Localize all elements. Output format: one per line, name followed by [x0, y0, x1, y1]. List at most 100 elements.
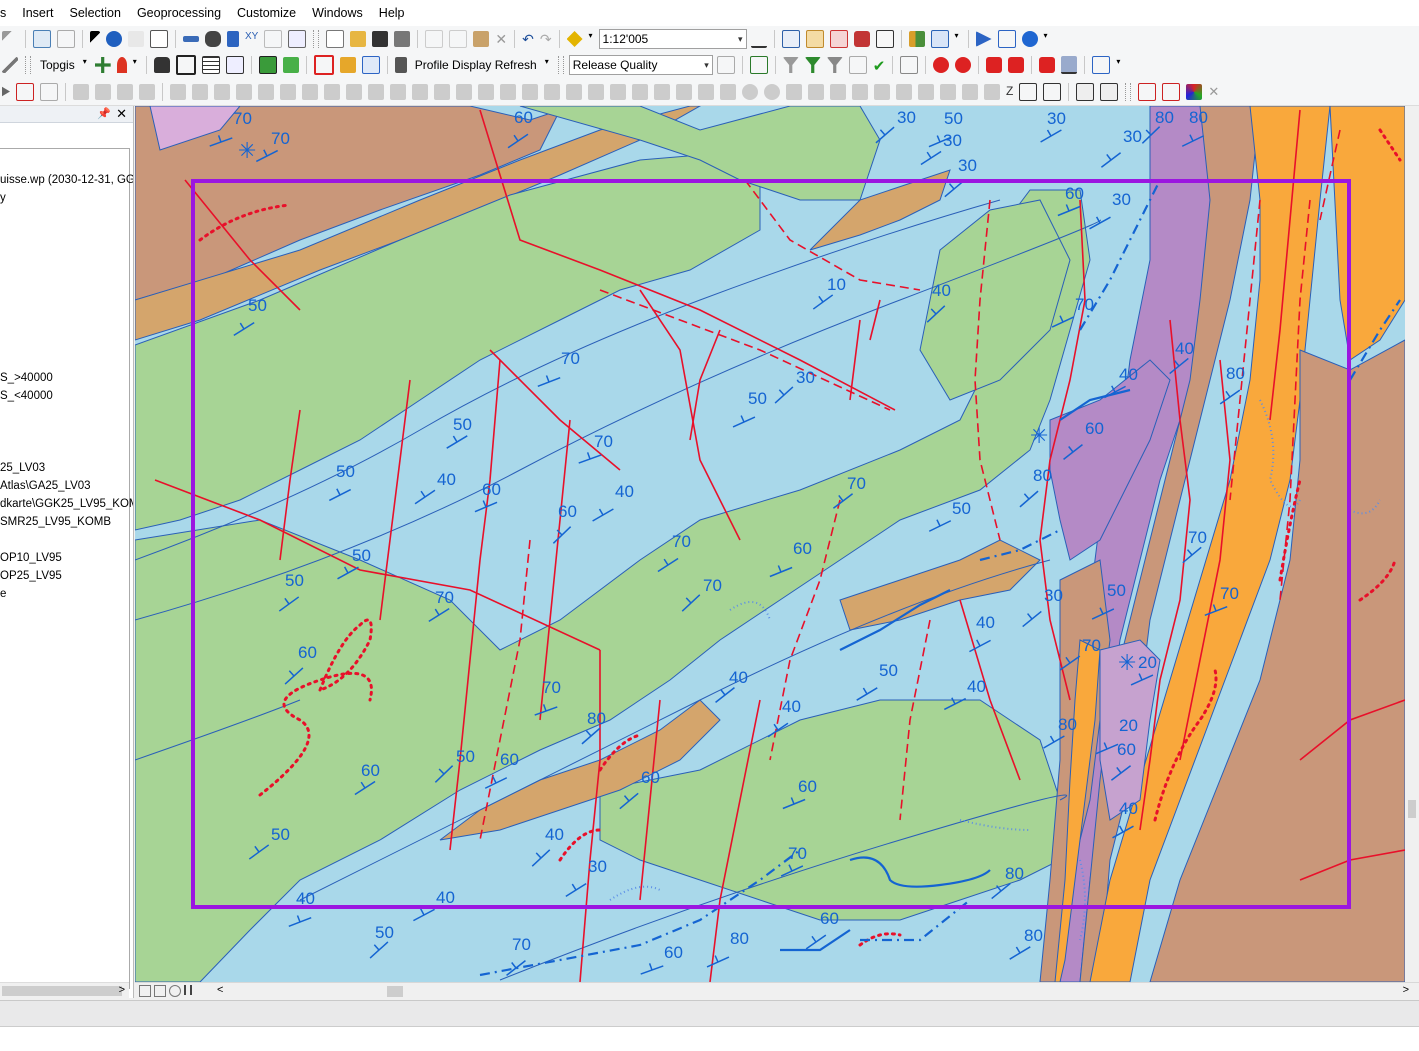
toc-horizontal-scrollbar[interactable]: > [0, 982, 129, 998]
toc-layer-item[interactable]: S_>40000 [0, 371, 53, 385]
map-horizontal-scrollbar[interactable]: < > [135, 982, 1419, 999]
triangle-right-icon[interactable] [2, 86, 10, 97]
pencil-icon[interactable] [2, 57, 18, 73]
paste-icon[interactable] [473, 31, 490, 47]
bezier-icon[interactable] [874, 83, 890, 100]
fillet-icon[interactable] [346, 83, 362, 100]
toc-layer-item[interactable]: 25_LV03 [0, 461, 45, 475]
menu-item-windows[interactable]: Windows [304, 0, 371, 26]
editor-icon[interactable] [750, 30, 767, 48]
chevron-down-icon[interactable]: ▾ [83, 57, 89, 73]
buffer-icon[interactable] [258, 83, 274, 100]
redo-icon[interactable]: ↷ [540, 31, 552, 47]
z-icon[interactable]: Z [1006, 84, 1013, 100]
midpoint-icon[interactable] [896, 83, 912, 100]
pushpin-icon[interactable] [116, 57, 127, 73]
checkmark-icon[interactable]: ✔ [873, 57, 886, 75]
attributes-icon[interactable] [1076, 82, 1095, 101]
menu-item-help[interactable]: Help [371, 0, 413, 26]
edit-vertex-icon[interactable] [73, 83, 89, 100]
toc-layer-item[interactable]: uisse.wp (2030-12-31, GG [0, 173, 133, 187]
html-popup-icon[interactable] [150, 30, 168, 48]
reshape-icon[interactable] [95, 83, 111, 100]
intersection-icon[interactable] [962, 83, 978, 100]
trim-icon[interactable] [324, 83, 340, 100]
toc-layer-item[interactable]: y [0, 191, 6, 205]
copy-parallel-icon[interactable] [522, 83, 538, 100]
chevron-down-icon[interactable]: ▾ [1116, 57, 1122, 73]
menu-item-s[interactable]: s [0, 0, 14, 26]
menu-item-selection[interactable]: Selection [62, 0, 129, 26]
remove-icon[interactable] [986, 57, 1003, 73]
validate-icon[interactable] [339, 57, 356, 73]
ellipse-icon[interactable] [764, 83, 780, 100]
chevron-down-icon[interactable]: ▾ [589, 31, 595, 47]
cut-polygon-icon[interactable] [117, 83, 133, 100]
toc-layer-item[interactable]: OP25_LV95 [0, 569, 62, 583]
clip-icon[interactable] [236, 83, 252, 100]
create-viewer-icon[interactable] [288, 30, 307, 48]
arctoolbox-icon[interactable] [853, 31, 870, 47]
topgis-menu[interactable]: Topgis [36, 58, 79, 72]
toc-layer-item[interactable]: Atlas\GA25_LV03 [0, 479, 91, 493]
search-window-icon[interactable] [829, 30, 848, 48]
attribute-table-icon[interactable] [930, 30, 949, 48]
filter-icon[interactable] [782, 57, 799, 73]
toolbar-grip[interactable] [25, 56, 31, 74]
chevron-right-icon[interactable]: > [119, 984, 125, 996]
refresh-icon[interactable] [169, 985, 181, 997]
sketch-icon[interactable] [1061, 56, 1078, 74]
snapping-icon[interactable] [94, 57, 111, 73]
lock-icon[interactable] [900, 56, 919, 74]
arrow-right-icon[interactable] [2, 31, 18, 47]
zoom-box-icon[interactable] [175, 55, 196, 75]
move-icon[interactable] [478, 83, 494, 100]
new-document-icon[interactable] [326, 30, 345, 48]
model-builder-icon[interactable] [908, 31, 925, 47]
map-scale-combo[interactable]: 1:12'005 ▾ [598, 29, 747, 49]
chevron-down-icon[interactable]: ▾ [545, 57, 551, 73]
chevron-down-icon[interactable]: ▾ [1044, 31, 1050, 47]
merge-icon[interactable] [192, 83, 208, 100]
freehand-icon[interactable] [808, 83, 824, 100]
union-icon[interactable] [214, 83, 230, 100]
filter-clear-icon[interactable] [826, 57, 843, 73]
edit-polygon-icon[interactable] [258, 56, 277, 74]
report-icon[interactable] [1092, 56, 1111, 74]
globe-icon[interactable] [1021, 31, 1038, 47]
clear-icon[interactable] [40, 82, 58, 101]
approve-icon[interactable] [848, 56, 867, 74]
checklist-icon[interactable] [749, 56, 768, 74]
fill-polygon-icon[interactable] [282, 57, 299, 73]
toolbar-grip[interactable] [557, 56, 564, 74]
network-icon[interactable] [997, 30, 1016, 48]
quality-tool-icon[interactable] [716, 56, 735, 74]
measure-icon[interactable] [183, 36, 199, 42]
erase-red-icon[interactable] [955, 57, 972, 73]
undo-icon[interactable]: ↶ [522, 31, 534, 47]
remove-layer-icon[interactable] [1008, 57, 1025, 73]
menu-item-customize[interactable]: Customize [229, 0, 304, 26]
z-box-icon[interactable] [1019, 82, 1038, 101]
toolbar-grip[interactable] [1125, 82, 1132, 101]
menu-item-geoprocessing[interactable]: Geoprocessing [129, 0, 229, 26]
play-icon[interactable] [975, 31, 992, 47]
profile-icon[interactable] [361, 56, 380, 74]
extent-icon[interactable] [225, 56, 244, 74]
snap-icon[interactable] [610, 83, 626, 100]
add-data-icon[interactable] [566, 31, 583, 47]
python-window-icon[interactable] [875, 30, 894, 48]
explode-icon[interactable] [434, 83, 450, 100]
lightning-icon[interactable] [128, 31, 144, 47]
rotate-icon[interactable] [139, 83, 155, 100]
distance-icon[interactable] [918, 83, 934, 100]
stop-icon[interactable] [1039, 57, 1056, 73]
select-tool-icon[interactable] [16, 82, 34, 101]
z-slash-icon[interactable] [1043, 82, 1062, 101]
tangent-icon[interactable] [852, 83, 868, 100]
release-quality-combo[interactable]: Release Quality ▾ [568, 55, 713, 75]
geologic-map[interactable]: ✳ ✳ ✳ 70 70 60 30 50 30 30 80 80 30 30 60 30 10 40 70 50… [135, 106, 1405, 982]
toc-layer-item[interactable]: SMR25_LV95_KOMB [0, 515, 111, 529]
chevron-left-icon[interactable]: < [217, 984, 223, 996]
generalize-icon[interactable] [368, 83, 384, 100]
